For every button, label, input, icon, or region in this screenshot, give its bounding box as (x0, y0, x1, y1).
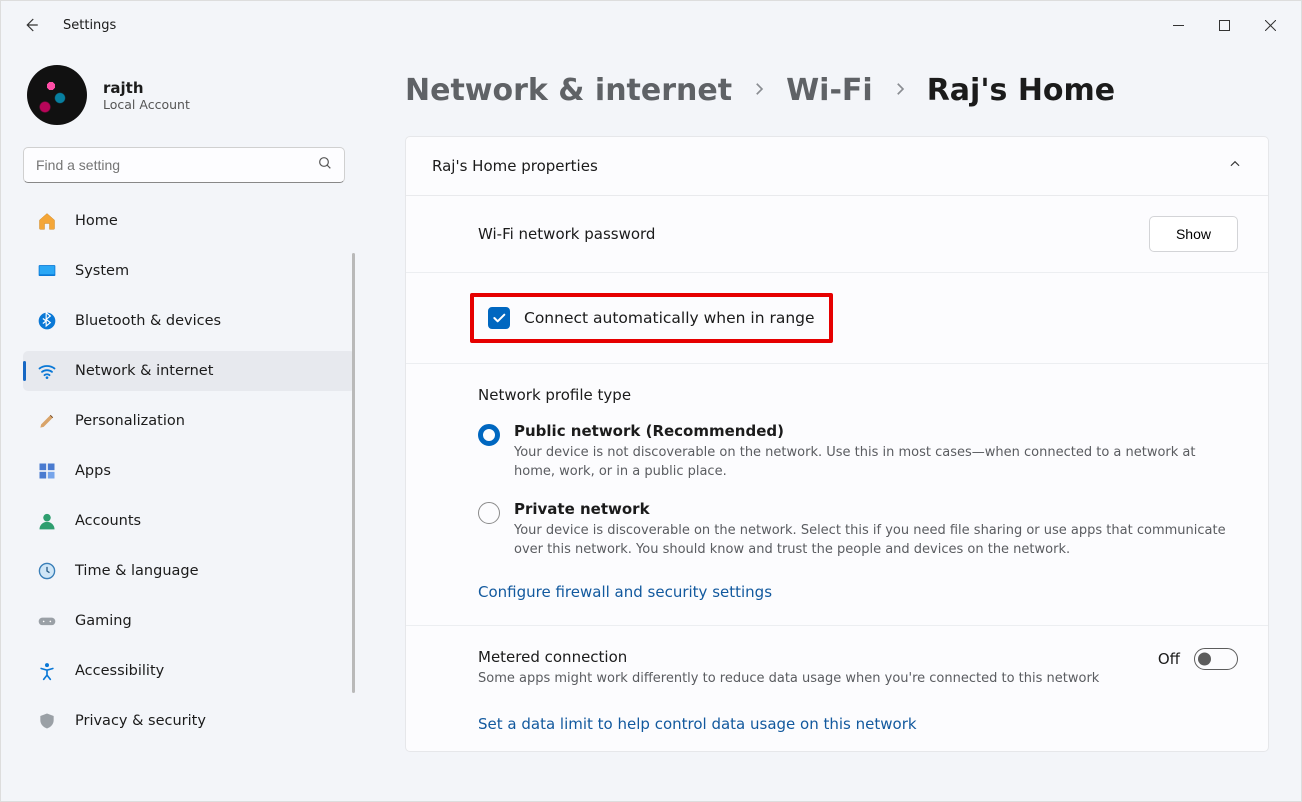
nav-network[interactable]: Network & internet (23, 351, 355, 391)
nav-label: Home (75, 213, 118, 229)
nav-gaming[interactable]: Gaming (23, 601, 355, 641)
apps-icon (37, 461, 57, 481)
metered-toggle-block: Off (1158, 648, 1238, 670)
nav-accounts[interactable]: Accounts (23, 501, 355, 541)
system-icon (37, 261, 57, 281)
shield-icon (37, 711, 57, 731)
radio-public-desc: Your device is not discoverable on the n… (514, 444, 1238, 482)
metered-toggle[interactable] (1194, 648, 1238, 670)
auto-connect-label: Connect automatically when in range (524, 309, 815, 327)
user-account-type: Local Account (103, 97, 190, 112)
maximize-button[interactable] (1201, 9, 1247, 41)
nav: Home System Bluetooth & devices Network … (23, 201, 355, 751)
content: rajth Local Account Home System (1, 49, 1301, 801)
sidebar-scrollbar[interactable] (352, 253, 355, 693)
auto-connect-row: Connect automatically when in range (406, 273, 1268, 364)
title-bar: Settings (1, 1, 1301, 49)
radio-public-title: Public network (Recommended) (514, 422, 1238, 440)
nav-label: Time & language (75, 563, 199, 579)
firewall-link[interactable]: Configure firewall and security settings (478, 583, 772, 601)
metered-row: Metered connection Some apps might work … (406, 626, 1268, 697)
show-password-button[interactable]: Show (1149, 216, 1238, 252)
brush-icon (37, 411, 57, 431)
nav-label: System (75, 263, 129, 279)
radio-public-input[interactable] (478, 424, 500, 446)
panel-body: Wi-Fi network password Show Connect auto… (406, 195, 1268, 751)
nav-accessibility[interactable]: Accessibility (23, 651, 355, 691)
nav-system[interactable]: System (23, 251, 355, 291)
chevron-right-icon (750, 80, 768, 102)
person-icon (37, 511, 57, 531)
radio-private-desc: Your device is discoverable on the netwo… (514, 522, 1238, 560)
breadcrumb: Network & internet Wi-Fi Raj's Home (405, 73, 1269, 108)
profile-type-heading: Network profile type (478, 386, 1238, 404)
nav-label: Network & internet (75, 363, 213, 379)
crumb-network[interactable]: Network & internet (405, 73, 732, 108)
sidebar: rajth Local Account Home System (1, 49, 361, 801)
settings-window: Settings rajth Local Account (0, 0, 1302, 802)
wifi-password-row: Wi-Fi network password Show (406, 196, 1268, 273)
search-icon (317, 155, 333, 175)
back-button[interactable] (21, 15, 41, 35)
window-controls (1155, 9, 1293, 41)
wifi-password-label: Wi-Fi network password (478, 225, 655, 243)
metered-title: Metered connection (478, 648, 1128, 666)
crumb-current: Raj's Home (927, 73, 1115, 108)
wifi-icon (37, 361, 57, 381)
user-block[interactable]: rajth Local Account (23, 65, 355, 125)
radio-private[interactable]: Private network Your device is discovera… (478, 500, 1238, 560)
user-name: rajth (103, 79, 190, 97)
radio-public[interactable]: Public network (Recommended) Your device… (478, 422, 1238, 482)
radio-private-title: Private network (514, 500, 1238, 518)
clock-icon (37, 561, 57, 581)
nav-bluetooth[interactable]: Bluetooth & devices (23, 301, 355, 341)
app-title: Settings (63, 18, 116, 33)
panel-title: Raj's Home properties (432, 157, 598, 175)
radio-private-input[interactable] (478, 502, 500, 524)
crumb-wifi[interactable]: Wi-Fi (786, 73, 873, 108)
nav-label: Gaming (75, 613, 132, 629)
nav-privacy[interactable]: Privacy & security (23, 701, 355, 741)
panel-header[interactable]: Raj's Home properties (406, 137, 1268, 195)
accessibility-icon (37, 661, 57, 681)
nav-apps[interactable]: Apps (23, 451, 355, 491)
nav-label: Privacy & security (75, 713, 206, 729)
nav-label: Personalization (75, 413, 185, 429)
chevron-up-icon (1228, 157, 1242, 175)
minimize-button[interactable] (1155, 9, 1201, 41)
gamepad-icon (37, 611, 57, 631)
nav-personalization[interactable]: Personalization (23, 401, 355, 441)
profile-type-section: Network profile type Public network (Rec… (406, 364, 1268, 626)
main-content: Network & internet Wi-Fi Raj's Home Raj'… (361, 49, 1301, 801)
home-icon (37, 211, 57, 231)
nav-label: Bluetooth & devices (75, 313, 221, 329)
search-input[interactable] (23, 147, 345, 183)
title-bar-left: Settings (21, 15, 116, 35)
nav-label: Apps (75, 463, 111, 479)
search-wrap (23, 147, 345, 183)
nav-time[interactable]: Time & language (23, 551, 355, 591)
close-button[interactable] (1247, 9, 1293, 41)
auto-connect-highlight: Connect automatically when in range (470, 293, 833, 343)
data-limit-row: Set a data limit to help control data us… (406, 697, 1268, 751)
nav-label: Accessibility (75, 663, 164, 679)
bluetooth-icon (37, 311, 57, 331)
data-limit-link[interactable]: Set a data limit to help control data us… (478, 715, 917, 733)
metered-desc: Some apps might work differently to redu… (478, 670, 1128, 689)
nav-label: Accounts (75, 513, 141, 529)
chevron-right-icon (891, 80, 909, 102)
avatar (27, 65, 87, 125)
metered-toggle-state: Off (1158, 650, 1180, 668)
auto-connect-checkbox[interactable] (488, 307, 510, 329)
properties-panel: Raj's Home properties Wi-Fi network pass… (405, 136, 1269, 752)
nav-home[interactable]: Home (23, 201, 355, 241)
